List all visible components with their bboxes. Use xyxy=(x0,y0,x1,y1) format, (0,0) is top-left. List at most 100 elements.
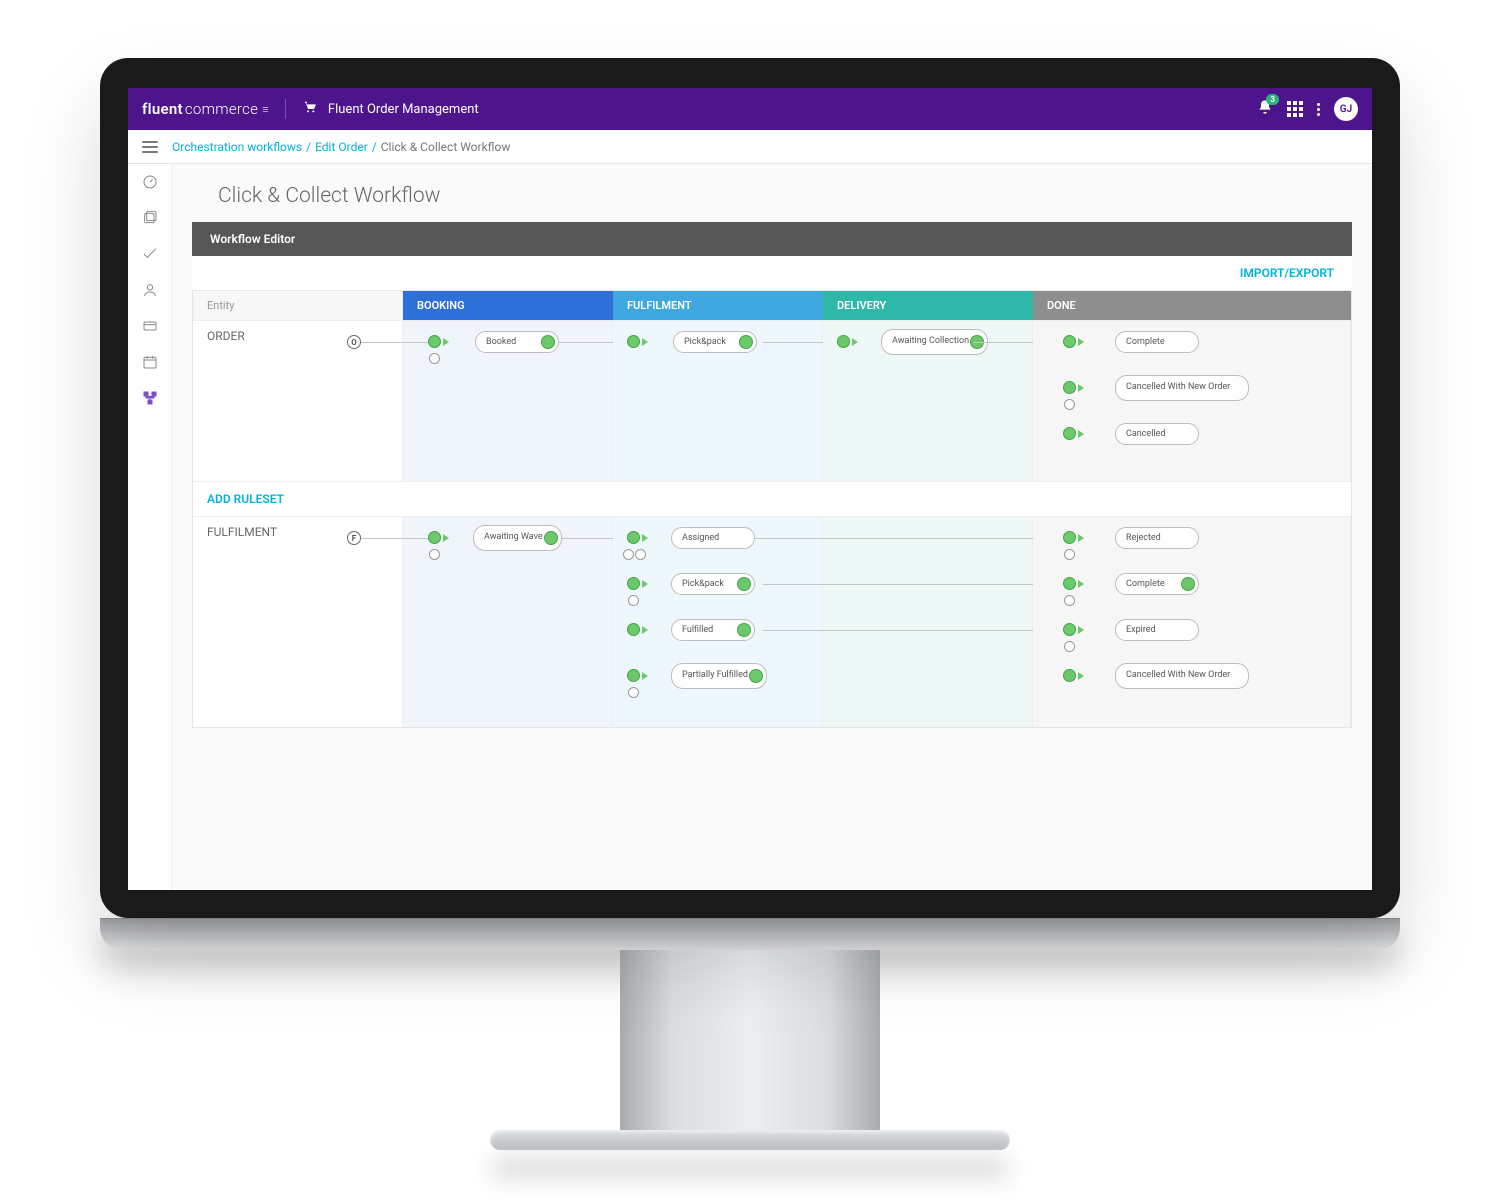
col-fulfilment: FULFILMENT xyxy=(613,291,823,320)
fulfilment-pickpack-node[interactable]: Pick&pack xyxy=(671,573,755,595)
monitor-screen: fluentcommerce ≡ Fluent Order Management… xyxy=(100,58,1400,918)
order-complete-node[interactable]: Complete xyxy=(1115,331,1199,353)
dashboard-icon[interactable] xyxy=(142,174,158,190)
order-fulfilment-cell[interactable]: Pick&pack xyxy=(613,321,823,481)
add-ruleset-button[interactable]: ADD RULESET xyxy=(193,481,1351,516)
node-marker xyxy=(1063,381,1076,394)
user-icon[interactable] xyxy=(142,282,158,298)
node-status-icon xyxy=(739,335,753,349)
fulfilment-booking-cell[interactable]: F Awaiting Wave xyxy=(403,517,613,727)
col-booking: BOOKING xyxy=(403,291,613,320)
order-booking-cell[interactable]: O Booked xyxy=(403,321,613,481)
app-root: fluentcommerce ≡ Fluent Order Management… xyxy=(128,88,1372,890)
monitor-stand-base xyxy=(490,1130,1010,1150)
sub-marker xyxy=(623,549,634,560)
sub-marker xyxy=(429,353,440,364)
brand-logo[interactable]: fluentcommerce ≡ xyxy=(142,100,269,118)
node-label: Fulfilled xyxy=(682,625,713,635)
node-status-icon xyxy=(749,669,763,683)
order-pickpack-node[interactable]: Pick&pack xyxy=(673,331,757,353)
node-label: Partially Fulfilled xyxy=(682,671,748,681)
node-marker xyxy=(627,335,640,348)
fulfilment-rejected-node[interactable]: Rejected xyxy=(1115,527,1199,549)
import-export-button[interactable]: IMPORT/EXPORT xyxy=(1240,266,1334,280)
arrow-icon xyxy=(642,534,648,542)
fulfilment-assigned-node[interactable]: Assigned xyxy=(671,527,755,549)
breadcrumb-1[interactable]: Edit Order xyxy=(315,140,368,154)
breadcrumb-sep-1: / xyxy=(372,140,377,154)
avatar-initials: GJ xyxy=(1340,104,1352,115)
sub-marker xyxy=(635,549,646,560)
order-booked-node[interactable]: Booked xyxy=(475,331,559,353)
fulfilment-complete-node[interactable]: Complete xyxy=(1115,573,1199,595)
col-done: DONE xyxy=(1033,291,1351,320)
more-icon[interactable] xyxy=(1317,103,1320,116)
monitor-stand-neck xyxy=(620,950,880,1130)
node-marker xyxy=(1063,531,1076,544)
node-marker xyxy=(627,623,640,636)
connector xyxy=(821,584,1035,585)
cart-icon[interactable] xyxy=(302,99,318,119)
fulfilment-partially-fulfilled-node[interactable]: Partially Fulfilled xyxy=(671,663,767,689)
notifications-button[interactable]: 3 xyxy=(1257,99,1273,119)
node-marker xyxy=(627,669,640,682)
node-marker xyxy=(627,577,640,590)
node-marker xyxy=(837,335,850,348)
user-avatar[interactable]: GJ xyxy=(1334,97,1358,121)
connector xyxy=(821,630,1035,631)
fulfilment-fulfilled-node[interactable]: Fulfilled xyxy=(671,619,755,641)
node-marker xyxy=(428,335,441,348)
notification-badge: 3 xyxy=(1266,94,1279,105)
node-label: Cancelled xyxy=(1126,429,1165,439)
monitor-chin xyxy=(100,918,1400,950)
brand-icon: ≡ xyxy=(262,103,269,116)
node-marker xyxy=(1063,669,1076,682)
monitor-frame: fluentcommerce ≡ Fluent Order Management… xyxy=(0,0,1500,1200)
fulfilment-expired-node[interactable]: Expired xyxy=(1115,619,1199,641)
sub-marker xyxy=(628,687,639,698)
check-icon[interactable] xyxy=(142,246,158,262)
order-cancelled-neworder-node[interactable]: Cancelled With New Order xyxy=(1115,375,1249,401)
node-marker xyxy=(1063,577,1076,590)
node-label: Rejected xyxy=(1126,533,1161,543)
fulfilment-fulfilment-cell[interactable]: Assigned Pick&pack xyxy=(613,517,823,727)
card-icon[interactable] xyxy=(142,318,158,334)
order-cancelled-node[interactable]: Cancelled xyxy=(1115,423,1199,445)
arrow-icon xyxy=(642,626,648,634)
page-title: Click & Collect Workflow xyxy=(172,164,1372,222)
app-body: Click & Collect Workflow Workflow Editor… xyxy=(128,164,1372,890)
node-label: Awaiting Collection xyxy=(892,337,969,347)
order-done-cell[interactable]: Complete Cancelled With New Order xyxy=(1033,321,1351,481)
arrow-icon xyxy=(642,672,648,680)
fulfilment-awaiting-wave-node[interactable]: Awaiting Wave xyxy=(473,525,562,551)
node-label: Pick&pack xyxy=(684,337,726,347)
node-label: Booked xyxy=(486,337,516,347)
node-status-icon xyxy=(1181,577,1195,591)
brand-name: fluent xyxy=(142,100,183,118)
arrow-icon xyxy=(1078,338,1084,346)
calendar-icon[interactable] xyxy=(142,354,158,370)
order-awaiting-collection-node[interactable]: Awaiting Collection xyxy=(881,329,988,355)
arrow-icon xyxy=(852,338,858,346)
workflow-icon[interactable] xyxy=(142,390,158,406)
apps-icon[interactable] xyxy=(1287,101,1303,117)
fulfilment-entity-marker: F xyxy=(347,531,361,545)
arrow-icon xyxy=(642,580,648,588)
grid-header: Entity BOOKING FULFILMENT DELIVERY DONE xyxy=(193,291,1351,320)
node-label: Complete xyxy=(1126,579,1165,589)
catalog-icon[interactable] xyxy=(142,210,158,226)
lane-fulfilment: FULFILMENT F Awaiting Wave xyxy=(193,516,1351,727)
editor-header: Workflow Editor xyxy=(192,222,1352,256)
breadcrumb-0[interactable]: Orchestration workflows xyxy=(172,140,302,154)
order-delivery-cell[interactable]: Awaiting Collection xyxy=(823,321,1033,481)
lane-order-label: ORDER xyxy=(193,321,403,481)
fulfilment-done-cell[interactable]: Rejected Complete xyxy=(1033,517,1351,727)
node-status-icon xyxy=(541,335,555,349)
menu-icon[interactable] xyxy=(142,141,158,153)
breadcrumb-current: Click & Collect Workflow xyxy=(381,140,511,154)
fulfilment-cancelled-neworder-node[interactable]: Cancelled With New Order xyxy=(1115,663,1249,689)
arrow-icon xyxy=(1078,384,1084,392)
lane-order: ORDER O Booked xyxy=(193,320,1351,481)
arrow-icon xyxy=(1078,626,1084,634)
fulfilment-delivery-cell[interactable] xyxy=(823,517,1033,727)
